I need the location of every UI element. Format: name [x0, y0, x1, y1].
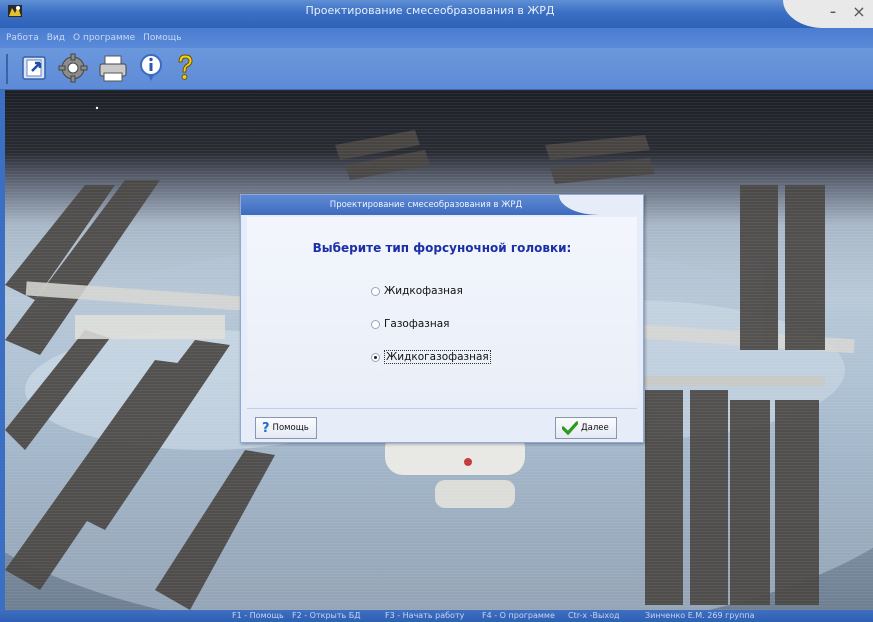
status-open-db: F2 - Открыть БД: [292, 611, 361, 620]
status-exit: Ctr-x -Выход: [568, 611, 620, 620]
option-liquid-phase[interactable]: Жидкофазная: [371, 285, 463, 297]
checkmark-icon: [562, 421, 578, 435]
application-window: Проектирование смесеобразования в ЖРД - …: [0, 0, 873, 622]
status-author: Зинченко Е.М. 269 группа: [645, 611, 755, 620]
toolbar-separator: [6, 54, 8, 84]
question-icon[interactable]: [168, 51, 202, 85]
status-help: F1 - Помощь: [232, 611, 284, 620]
radio-gas-phase[interactable]: [371, 319, 380, 329]
dialog-title-decor: [559, 195, 643, 215]
open-db-icon[interactable]: [18, 51, 52, 85]
radio-liquid-phase[interactable]: [371, 286, 380, 296]
menu-bar: Работа Вид О программе Помощь: [0, 28, 873, 48]
option-gas-phase[interactable]: Газофазная: [371, 318, 449, 330]
help-button[interactable]: ? Помощь: [255, 417, 317, 439]
dialog-title: Проектирование смесеобразования в ЖРД: [329, 200, 523, 210]
dialog-body: Выберите тип форсуночной головки: Жидкоф…: [247, 217, 637, 405]
status-about: F4 - О программе: [482, 611, 555, 620]
menu-item-work[interactable]: Работа: [6, 33, 39, 43]
dialog-divider: [247, 408, 637, 409]
window-title: Проектирование смесеобразования в ЖРД: [305, 4, 555, 17]
menu-item-view[interactable]: Вид: [47, 33, 65, 43]
head-type-dialog: Проектирование смесеобразования в ЖРД Вы…: [240, 194, 644, 443]
option-liquid-gas-phase[interactable]: Жидкогазофазная: [371, 350, 491, 364]
gear-icon[interactable]: [56, 51, 90, 85]
printer-icon[interactable]: [96, 51, 130, 85]
status-bar: F1 - Помощь F2 - Открыть БД F3 - Начать …: [0, 610, 873, 622]
option-label: Жидкогазофазная: [384, 350, 491, 364]
dialog-heading: Выберите тип форсуночной головки:: [312, 241, 572, 255]
close-button[interactable]: ×: [849, 2, 869, 22]
title-bar[interactable]: Проектирование смесеобразования в ЖРД - …: [0, 0, 873, 28]
question-icon: ?: [262, 420, 270, 436]
dialog-title-bar[interactable]: Проектирование смесеобразования в ЖРД: [241, 195, 643, 215]
option-label: Жидкофазная: [384, 285, 463, 297]
menu-item-help[interactable]: Помощь: [143, 33, 181, 43]
radio-liquid-gas-phase[interactable]: [371, 352, 380, 362]
option-label: Газофазная: [384, 318, 450, 330]
menu-item-about[interactable]: О программе: [73, 33, 135, 43]
status-start-work: F3 - Начать работу: [385, 611, 465, 620]
info-icon[interactable]: [134, 51, 168, 85]
help-button-label: Помощь: [272, 423, 309, 433]
toolbar: [0, 48, 873, 90]
minimize-button[interactable]: -: [823, 2, 843, 22]
next-button[interactable]: Далее: [555, 417, 617, 439]
next-button-label: Далее: [581, 423, 609, 433]
